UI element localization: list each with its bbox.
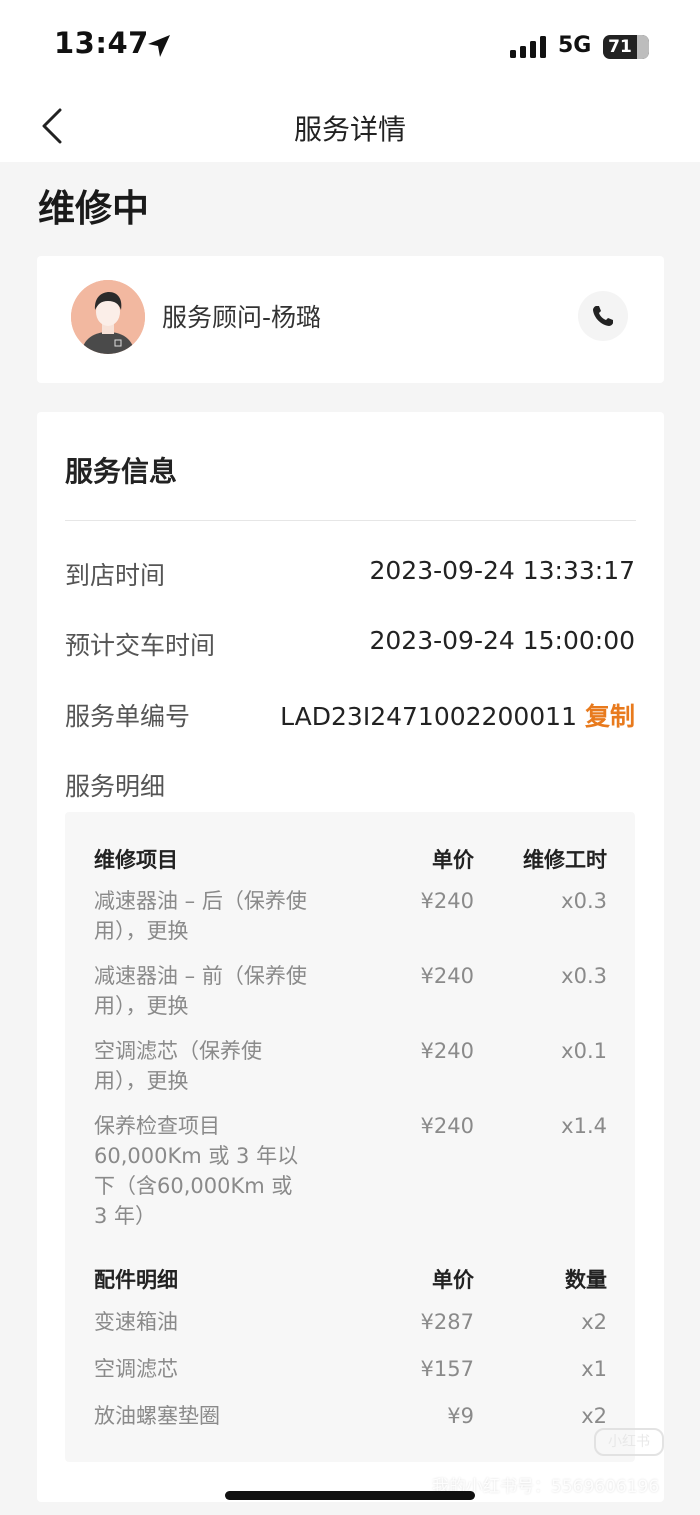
repair-hours-header: 维修工时: [523, 848, 607, 872]
signal-bars-icon: [510, 36, 546, 58]
delivery-time-label: 预计交车时间: [65, 631, 216, 660]
part-price: ¥157: [420, 1357, 474, 1381]
part-qty: x2: [581, 1404, 607, 1428]
repair-item-price: ¥240: [420, 1039, 474, 1063]
phone-icon: [593, 306, 613, 326]
location-arrow-icon: [148, 35, 170, 57]
status-bar: 13:47 5G 71: [0, 0, 700, 92]
advisor-name: 服务顾问-杨璐: [162, 303, 322, 332]
repair-item-price: ¥240: [420, 964, 474, 988]
part-name: 变速箱油: [94, 1310, 178, 1334]
parts-qty-header: 数量: [565, 1268, 607, 1292]
part-qty: x2: [581, 1310, 607, 1334]
call-button[interactable]: [578, 291, 628, 341]
divider: [65, 520, 636, 521]
repair-price-header: 单价: [432, 848, 474, 872]
repair-item-name: 空调滤芯（保养使用），更换: [94, 1039, 262, 1093]
repair-item-name: 保养检查项目 60,000Km 或 3 年以下（含60,000Km 或 3 年）: [94, 1114, 299, 1228]
repair-item-header: 维修项目: [94, 848, 178, 872]
repair-item-hours: x0.3: [561, 964, 607, 988]
watermark-logo: 小红书: [594, 1428, 664, 1456]
part-price: ¥287: [420, 1310, 474, 1334]
repair-item-name: 减速器油 – 前（保养使用），更换: [94, 964, 307, 1018]
repair-item-hours: x0.1: [561, 1039, 607, 1063]
battery-icon: 71: [603, 35, 649, 59]
copy-button[interactable]: 复制: [585, 702, 635, 731]
parts-header: 配件明细: [94, 1268, 178, 1292]
part-price: ¥9: [447, 1404, 474, 1428]
order-number-label: 服务单编号: [65, 702, 191, 731]
repair-item-hours: x0.3: [561, 889, 607, 913]
service-info-card: 服务信息 到店时间 2023-09-24 13:33:17 预计交车时间 202…: [37, 412, 664, 1502]
battery-level: 71: [608, 37, 632, 57]
avatar: [71, 280, 145, 354]
service-detail-label: 服务明细: [65, 772, 166, 801]
nav-bar: 服务详情: [0, 92, 700, 162]
avatar-person-icon: [71, 280, 145, 354]
arrival-time-value: 2023-09-24 13:33:17: [369, 556, 635, 585]
service-detail-table: 维修项目 单价 维修工时 减速器油 – 后（保养使用），更换 ¥240 x0.3…: [65, 812, 635, 1462]
repair-item-hours: x1.4: [561, 1114, 607, 1138]
part-qty: x1: [581, 1357, 607, 1381]
order-number-row: LAD23I2471002200011 复制: [280, 697, 635, 733]
advisor-card: 服务顾问-杨璐: [37, 256, 664, 383]
repair-item-price: ¥240: [420, 1114, 474, 1138]
order-number-value: LAD23I2471002200011: [280, 702, 577, 731]
home-indicator[interactable]: [225, 1491, 475, 1500]
part-name: 空调滤芯: [94, 1357, 178, 1381]
section-title: 服务信息: [65, 455, 178, 488]
repair-item-price: ¥240: [420, 889, 474, 913]
status-time: 13:47: [54, 26, 149, 60]
arrival-time-label: 到店时间: [65, 561, 166, 590]
delivery-time-value: 2023-09-24 15:00:00: [369, 626, 635, 655]
parts-price-header: 单价: [432, 1268, 474, 1292]
part-name: 放油螺塞垫圈: [94, 1404, 220, 1428]
page-title: 服务详情: [293, 113, 406, 146]
repair-item-name: 减速器油 – 后（保养使用），更换: [94, 889, 307, 943]
order-status: 维修中: [38, 187, 149, 230]
network-label: 5G: [558, 33, 592, 58]
